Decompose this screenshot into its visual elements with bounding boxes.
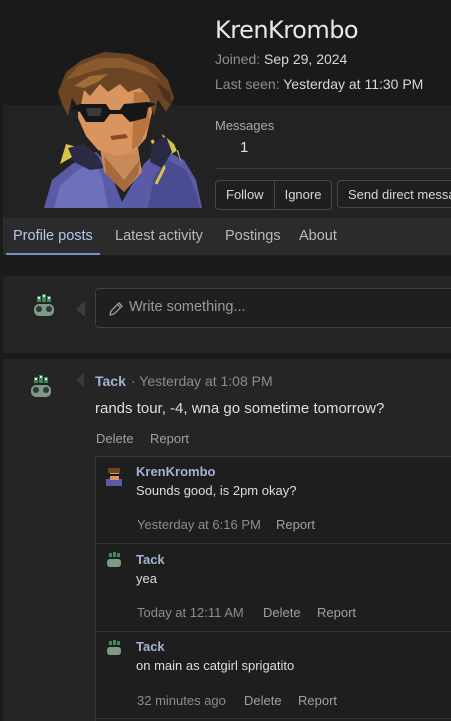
messages-count[interactable]: 1 [240, 139, 248, 156]
post-text: rands tour, -4, wna go sometime tomorrow… [95, 400, 385, 417]
comment-report-link[interactable]: Report [317, 605, 356, 620]
comment-divider [96, 718, 451, 719]
profile-avatar[interactable] [44, 52, 202, 208]
comment-report-link[interactable]: Report [298, 693, 337, 708]
last-seen-line: Last seen: Yesterday at 11:30 PM [215, 76, 423, 92]
tab-postings[interactable]: Postings [218, 218, 288, 255]
post-pointer [76, 373, 84, 387]
send-direct-message-button[interactable]: Send direct message [337, 180, 451, 208]
post-author[interactable]: Tack [95, 373, 126, 389]
joined-value: Sep 29, 2024 [264, 51, 348, 67]
last-seen-value: Yesterday at 11:30 PM [283, 76, 424, 92]
post-timestamp[interactable]: · Yesterday at 1:08 PM [131, 373, 273, 389]
tab-profile-posts[interactable]: Profile posts [6, 218, 100, 255]
comment-author[interactable]: KrenKrombo [136, 464, 215, 479]
tack-avatar-small[interactable] [104, 638, 124, 658]
follow-button[interactable]: Follow [216, 181, 274, 209]
tab-latest-activity[interactable]: Latest activity [108, 218, 210, 255]
composer-pointer [76, 301, 85, 317]
ignore-button[interactable]: Ignore [273, 181, 332, 209]
composer-placeholder: Write something... [129, 299, 246, 315]
comment-text: Sounds good, is 2pm okay? [136, 483, 297, 498]
comment-delete-link[interactable]: Delete [244, 693, 282, 708]
profile-tabs: Profile posts Latest activity Postings A… [3, 218, 451, 255]
post-delete-link[interactable]: Delete [96, 431, 134, 446]
comment-text: yea [136, 571, 157, 586]
profile-username: KrenKrombo [215, 16, 359, 44]
joined-line: Joined: Sep 29, 2024 [215, 51, 347, 67]
stat-divider [215, 168, 451, 169]
comment-timestamp[interactable]: Today at 12:11 AM [137, 605, 244, 620]
messages-label: Messages [215, 118, 275, 133]
tack-avatar-small[interactable] [104, 550, 124, 570]
comment-author[interactable]: Tack [136, 552, 165, 567]
comment-author[interactable]: Tack [136, 639, 165, 654]
post-report-link[interactable]: Report [150, 431, 189, 446]
tack-avatar[interactable] [26, 373, 56, 403]
comment-report-link[interactable]: Report [276, 517, 315, 532]
krenkrombo-avatar-small[interactable] [104, 466, 124, 486]
joined-label: Joined: [215, 51, 261, 67]
pencil-icon [109, 302, 123, 316]
last-seen-label: Last seen: [215, 76, 280, 92]
user-avatar-small [34, 294, 54, 316]
follow-ignore-group: Follow Ignore [215, 180, 333, 210]
comment-delete-link[interactable]: Delete [263, 605, 301, 620]
comment-text: on main as catgirl sprigatito [136, 658, 295, 673]
comment-timestamp[interactable]: 32 minutes ago [137, 693, 226, 708]
comment-divider [96, 631, 451, 632]
comment-divider [96, 543, 451, 544]
comment-timestamp[interactable]: Yesterday at 6:16 PM [137, 517, 261, 532]
tab-about[interactable]: About [292, 218, 344, 255]
